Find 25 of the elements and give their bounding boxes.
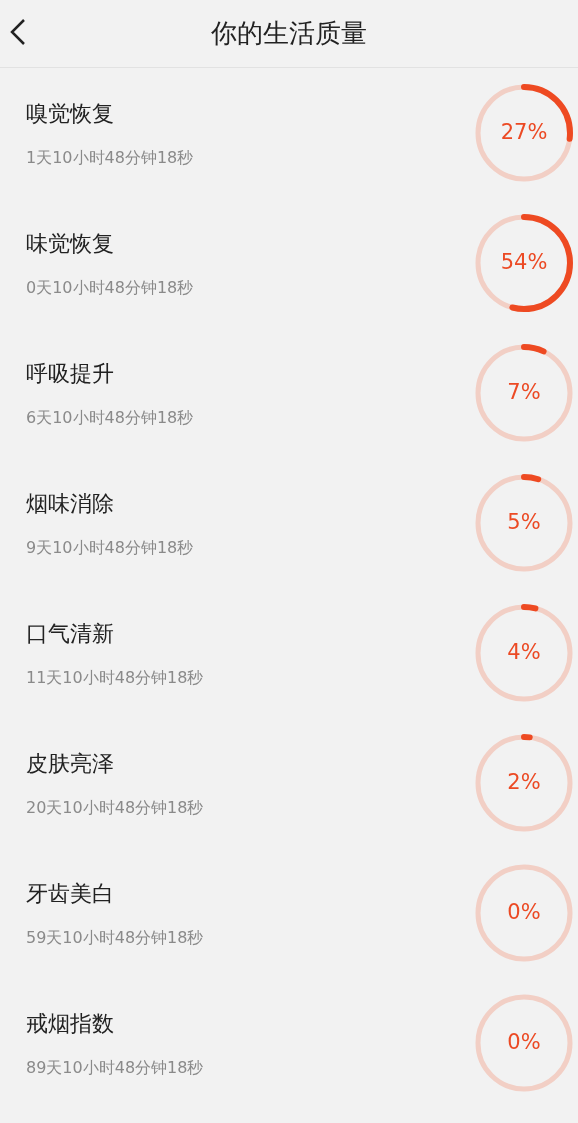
elapsed-time: 6天10小时48分钟18秒 — [26, 406, 194, 429]
elapsed-time: 0天10小时48分钟18秒 — [26, 276, 194, 299]
percent-value: 0% — [507, 1029, 541, 1057]
percent-value: 27% — [500, 119, 548, 147]
percent-value: 54% — [500, 249, 548, 277]
elapsed-time: 11天10小时48分钟18秒 — [26, 666, 204, 689]
percent-value: 0% — [507, 899, 541, 927]
percent-value: 2% — [507, 769, 541, 797]
elapsed-time: 9天10小时48分钟18秒 — [26, 536, 194, 559]
elapsed-time: 1天10小时48分钟18秒 — [26, 146, 194, 169]
item-title: 戒烟指数 — [26, 1009, 115, 1038]
elapsed-time: 59天10小时48分钟18秒 — [26, 926, 204, 949]
percent-value: 7% — [507, 379, 541, 407]
elapsed-time: 89天10小时48分钟18秒 — [26, 1056, 204, 1079]
item-title: 牙齿美白 — [26, 879, 115, 908]
item-title: 味觉恢复 — [26, 229, 115, 258]
item-title: 呼吸提升 — [26, 359, 115, 388]
item-title: 口气清新 — [26, 619, 115, 648]
item-title: 嗅觉恢复 — [26, 99, 115, 128]
item-title: 皮肤亮泽 — [26, 749, 115, 778]
percent-value: 4% — [507, 639, 541, 667]
elapsed-time: 20天10小时48分钟18秒 — [26, 796, 204, 819]
item-title: 烟味消除 — [26, 489, 115, 518]
percent-value: 5% — [507, 509, 541, 537]
page-title: 你的生活质量 — [211, 17, 367, 50]
